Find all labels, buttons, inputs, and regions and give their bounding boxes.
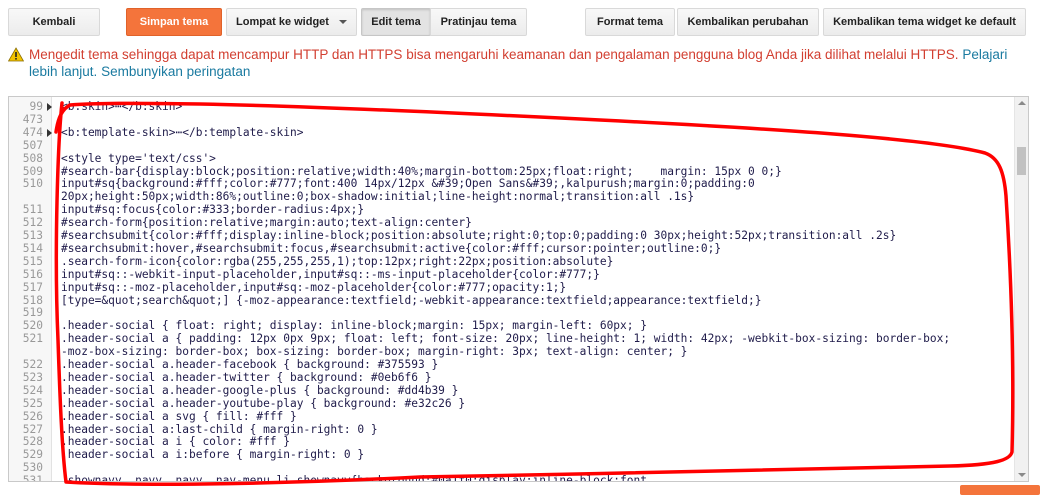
- code-text: .header-social a svg { fill: #fff }: [61, 409, 297, 423]
- fold-arrow-icon[interactable]: [47, 128, 52, 137]
- fold-arrow-icon[interactable]: [47, 103, 52, 111]
- code-line[interactable]: 474 <b:template-skin>⋯</b:template-skin>: [9, 125, 1017, 140]
- code-line[interactable]: 525 .header-social a.header-youtube-play …: [9, 396, 1017, 411]
- warning-icon: [8, 47, 24, 62]
- code-line[interactable]: 515 .search-form-icon{color:rgba(255,255,…: [9, 254, 1017, 269]
- code-text: .header-social a.header-youtube-play { b…: [61, 396, 466, 410]
- code-text: #searchsubmit{color:#fff;display:inline-…: [61, 229, 897, 242]
- code-line[interactable]: 523 .header-social a.header-twitter { bac…: [9, 370, 1017, 385]
- code-line[interactable]: 529 .header-social a i:before { margin-ri…: [9, 448, 1017, 462]
- line-number: 507: [22, 138, 43, 152]
- code-text: [type=&quot;search&quot;] {-moz-appearan…: [61, 293, 762, 307]
- hide-warning-link[interactable]: Sembunyikan peringatan: [101, 64, 250, 79]
- scroll-up-icon[interactable]: [1018, 101, 1026, 105]
- scroll-down-icon[interactable]: [1018, 473, 1026, 477]
- corner-action-button[interactable]: [960, 485, 1040, 495]
- revert-widgets-button[interactable]: Kembalikan tema widget ke default: [823, 8, 1026, 36]
- line-number: 473: [22, 112, 43, 126]
- code-text: .header-social a.header-twitter { backgr…: [61, 370, 432, 384]
- code-text: .header-social a.header-google-plus { ba…: [61, 383, 459, 397]
- code-editor[interactable]: 99 <b:skin>⋯</b:skin> 473 474 <b:template-sk…: [8, 96, 1029, 482]
- revert-changes-button[interactable]: Kembalikan perubahan: [677, 8, 819, 36]
- code-text: .shownavy,.navy,.navy .nav-menu li.shown…: [61, 474, 647, 482]
- code-text: <style type='text/css'>: [61, 151, 216, 165]
- editor-toolbar: Kembali Simpan tema Lompat ke widget Edi…: [0, 0, 1051, 44]
- line-number: 521: [22, 332, 43, 346]
- line-number: 515: [22, 254, 43, 268]
- code-line[interactable]: 508 <style type='text/css'>: [9, 151, 1017, 166]
- mixed-content-warning: Mengedit tema sehingga dapat mencampur H…: [8, 46, 1038, 80]
- code-line[interactable]: 522 .header-social a.header-facebook { ba…: [9, 358, 1017, 372]
- code-line[interactable]: 518 [type=&quot;search&quot;] {-moz-appea…: [9, 293, 1017, 308]
- line-number: 517: [22, 280, 43, 294]
- code-line[interactable]: 531 .shownavy,.navy,.navy .nav-menu li.sh…: [9, 474, 1017, 482]
- line-number: 526: [22, 409, 43, 423]
- code-text: .search-form-icon{color:rgba(255,255,255…: [61, 254, 614, 268]
- code-text: #searchsubmit:hover,#searchsubmit:focus,…: [61, 241, 722, 255]
- format-theme-button[interactable]: Format tema: [585, 8, 675, 36]
- code-line[interactable]: 507: [9, 138, 1017, 153]
- code-line[interactable]: 514 #searchsubmit:hover,#searchsubmit:foc…: [9, 241, 1017, 256]
- line-number: 510: [22, 177, 43, 191]
- code-line[interactable]: 526 .header-social a svg { fill: #fff }: [9, 409, 1017, 424]
- code-line[interactable]: 516 input#sq::-webkit-input-placeholder,i…: [9, 267, 1017, 282]
- jump-to-widget-dropdown[interactable]: Lompat ke widget: [226, 8, 357, 36]
- line-number: 525: [22, 396, 43, 410]
- code-line[interactable]: 524 .header-social a.header-google-plus {…: [9, 383, 1017, 398]
- line-number: 513: [22, 229, 43, 242]
- code-line[interactable]: 473: [9, 112, 1017, 127]
- line-number: 531: [22, 474, 43, 482]
- line-number: 99: [29, 100, 43, 113]
- back-button[interactable]: Kembali: [8, 8, 100, 36]
- save-theme-button[interactable]: Simpan tema: [126, 8, 222, 36]
- code-line[interactable]: 99 <b:skin>⋯</b:skin>: [9, 100, 1017, 114]
- code-text: <b:skin>⋯</b:skin>: [61, 100, 183, 113]
- edit-theme-tab[interactable]: Edit tema: [361, 8, 431, 36]
- code-text: <b:template-skin>⋯</b:template-skin>: [61, 125, 304, 139]
- line-number: 514: [22, 241, 43, 255]
- code-text: input#sq::-webkit-input-placeholder,inpu…: [61, 267, 600, 281]
- code-text: .header-social a.header-facebook { backg…: [61, 358, 439, 371]
- code-text: .header-social a i:before { margin-right…: [61, 448, 365, 462]
- line-number: 524: [22, 383, 43, 397]
- line-number: 522: [22, 358, 43, 371]
- line-number: 508: [22, 151, 43, 165]
- line-number: 523: [22, 370, 43, 384]
- code-line[interactable]: 513 #searchsubmit{color:#fff;display:inli…: [9, 229, 1017, 243]
- warning-message: Mengedit tema sehingga dapat mencampur H…: [29, 47, 959, 62]
- jump-to-widget-label: Lompat ke widget: [236, 16, 329, 28]
- code-line[interactable]: 517 input#sq::-moz-placeholder,input#sq:-…: [9, 280, 1017, 295]
- line-number: 474: [22, 125, 43, 139]
- preview-theme-tab[interactable]: Pratinjau tema: [430, 8, 527, 36]
- line-number: 516: [22, 267, 43, 281]
- scrollbar-thumb[interactable]: [1017, 147, 1026, 175]
- code-text: input#sq::-moz-placeholder,input#sq:-moz…: [61, 280, 567, 294]
- chevron-down-icon: [338, 20, 347, 24]
- vertical-scrollbar[interactable]: [1014, 97, 1028, 481]
